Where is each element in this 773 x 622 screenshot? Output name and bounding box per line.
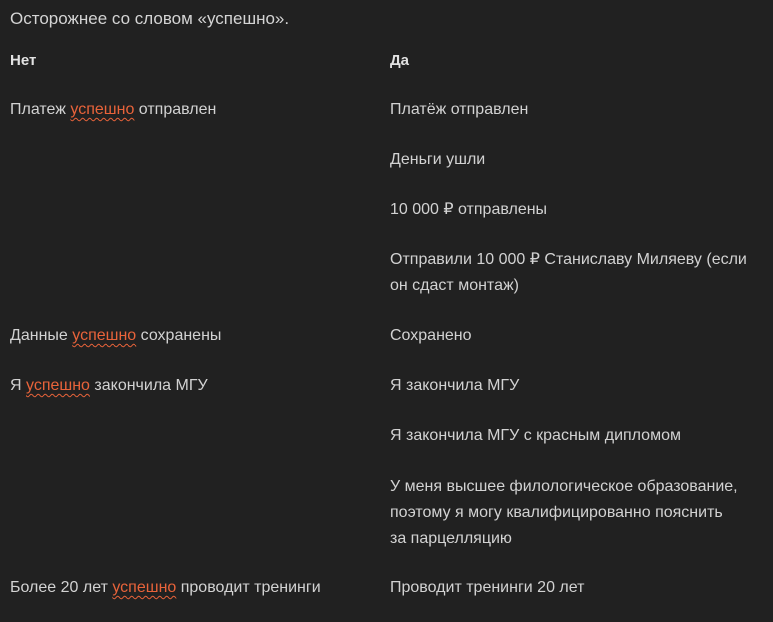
no-row-pre: Данные — [10, 327, 73, 344]
no-row-post: проводит тренинги — [176, 579, 321, 596]
no-row-pre: Более 20 лет — [10, 579, 113, 596]
no-row-pre: Платеж — [10, 101, 71, 118]
yes-row: Платёж отправлен — [390, 101, 529, 118]
highlighted-word: успешно — [26, 377, 90, 394]
no-row-pre: Я — [10, 377, 26, 394]
yes-row: Деньги ушли — [390, 151, 486, 168]
header-no: Нет — [10, 52, 37, 69]
highlighted-word: успешно — [70, 101, 135, 118]
no-row: Платеж успешно отправлен — [10, 97, 216, 123]
highlighted-word: успешно — [72, 327, 137, 344]
yes-row: Я закончила МГУ — [390, 377, 520, 394]
highlighted-word: успешно — [112, 579, 177, 596]
yes-row: Я закончила МГУ с красным дипломом — [390, 427, 681, 444]
header-yes: Да — [390, 52, 410, 69]
intro-text: Осторожнее со словом «успешно». — [10, 9, 290, 28]
yes-row: 10 000 ₽ отправлены — [390, 201, 548, 218]
yes-row: Проводит тренинги 20 лет — [390, 579, 585, 596]
no-row-post: сохранены — [136, 327, 222, 344]
no-row: Я успешно закончила МГУ — [10, 373, 208, 399]
no-row: Данные успешно сохранены — [10, 323, 221, 349]
no-row-post: отправлен — [134, 101, 217, 118]
no-row: Более 20 лет успешно проводит тренинги — [10, 575, 321, 601]
yes-row: Сохранено — [390, 327, 472, 344]
yes-row: Отправили 10 000 ₽ Станиславу Миляеву (е… — [390, 251, 747, 294]
no-row-post: закончила МГУ — [89, 377, 208, 394]
yes-row: У меня высшее филологическое образование… — [390, 478, 738, 547]
